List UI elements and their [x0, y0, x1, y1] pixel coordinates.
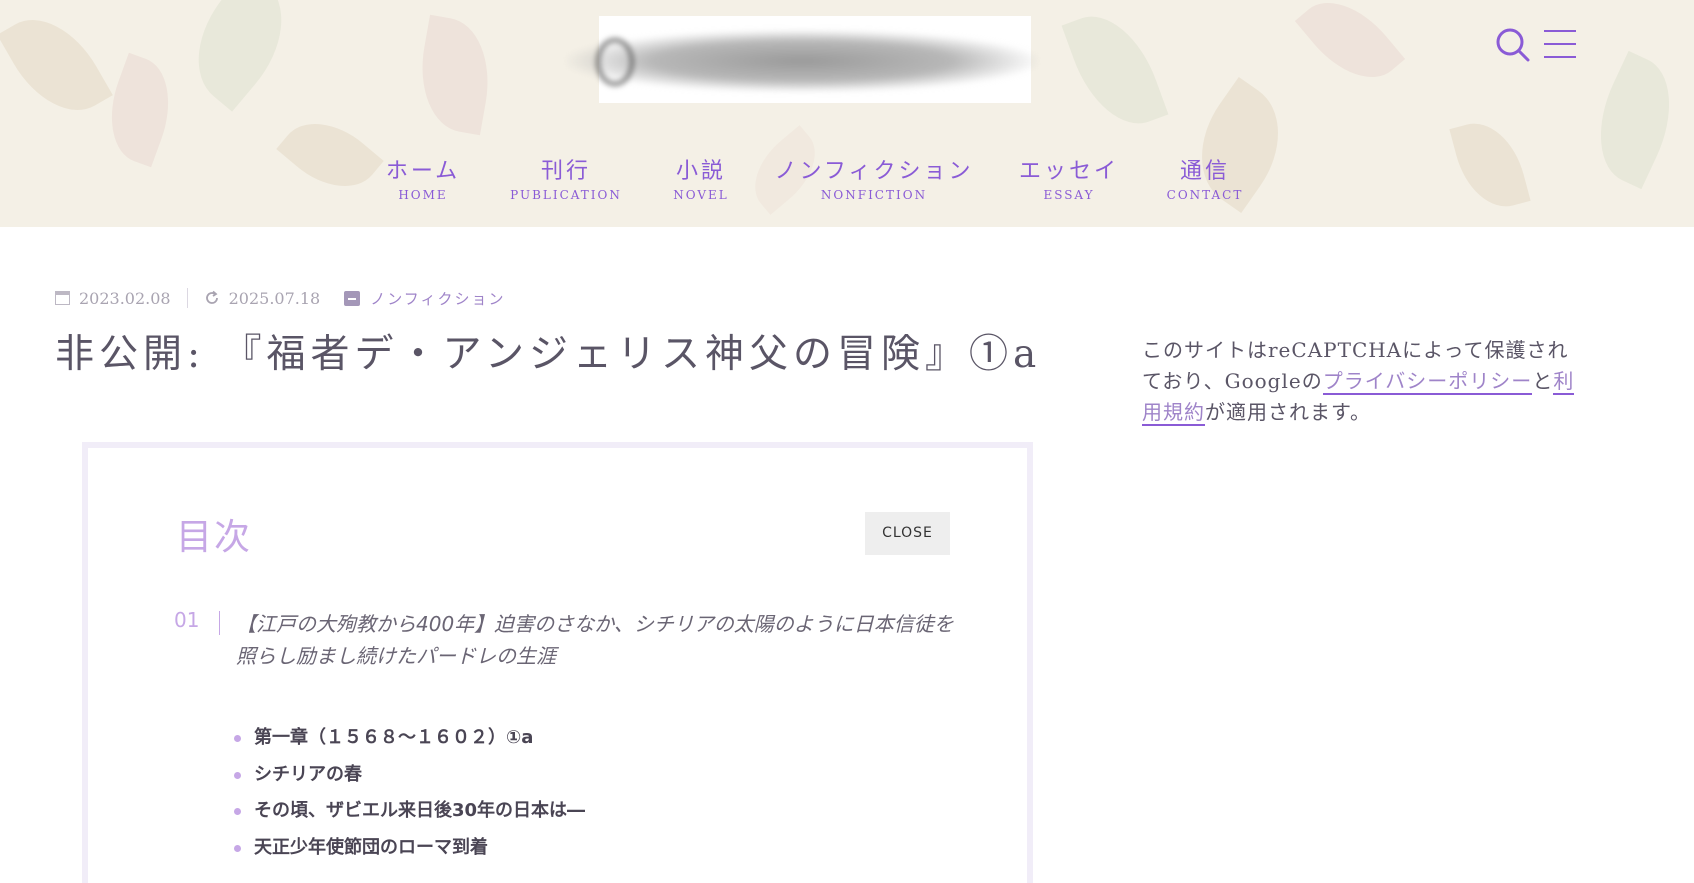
toc-item-link[interactable]: 【江戸の大殉教から400年】迫害のさなか、シチリアの太陽のように日本信徒を照らし… — [236, 608, 956, 672]
nav-item-sublabel: PUBLICATION — [510, 188, 622, 202]
toc-subitems: 第一章（１５６８〜１６０２）①a シチリアの春 その頃、ザビエル来日後30年の日… — [234, 720, 585, 867]
global-nav: ホーム HOME 刊行 PUBLICATION 小説 NOVEL ノンフィクショ… — [0, 157, 1694, 217]
nav-item-novel[interactable]: 小説 NOVEL — [673, 157, 729, 203]
nav-item-sublabel: CONTACT — [1166, 188, 1244, 202]
notice-text: が適用されます。 — [1205, 400, 1371, 424]
updated-date: 2025.07.18 — [228, 288, 321, 308]
nav-item-nonfiction[interactable]: ノンフィクション NONFICTION — [775, 157, 974, 203]
toc-item-divider — [219, 611, 220, 635]
refresh-icon — [205, 290, 218, 304]
toc-title: 目次 — [176, 517, 253, 558]
toc-close-button[interactable]: CLOSE — [865, 512, 950, 555]
nav-item-essay[interactable]: エッセイ ESSAY — [1019, 157, 1119, 203]
published-date: 2023.02.08 — [79, 288, 171, 308]
nav-item-label: エッセイ — [1018, 159, 1120, 184]
nav-item-contact[interactable]: 通信 CONTACT — [1167, 157, 1244, 203]
notice-text: と — [1532, 369, 1554, 393]
nav-item-sublabel: HOME — [398, 188, 448, 202]
post-meta: 2023.02.08 2025.07.18 ノンフィクション — [55, 287, 505, 309]
toc-subitem[interactable]: 天正少年使節団のローマ到着 — [234, 830, 585, 867]
meta-divider — [186, 288, 188, 308]
hamburger-menu-icon[interactable] — [1544, 30, 1576, 60]
archive-icon — [344, 290, 361, 306]
nav-item-label: 刊行 — [540, 159, 591, 184]
nav-item-label: 通信 — [1179, 159, 1230, 184]
nav-item-home[interactable]: ホーム HOME — [386, 157, 460, 203]
nav-item-sublabel: NONFICTION — [820, 188, 928, 202]
table-of-contents: 目次 CLOSE 01 【江戸の大殉教から400年】迫害のさなか、シチリアの太陽… — [82, 442, 1033, 883]
site-header: ホーム HOME 刊行 PUBLICATION 小説 NOVEL ノンフィクショ… — [0, 0, 1694, 227]
page-title: 非公開: 『福者デ・アンジェリス神父の冒険』①a — [55, 332, 1042, 377]
nav-item-label: ホーム — [385, 159, 461, 184]
search-icon[interactable] — [1495, 27, 1531, 63]
privacy-policy-link[interactable]: プライバシーポリシー — [1322, 369, 1533, 395]
recaptcha-notice: このサイトはreCAPTCHAによって保護されており、Googleのプライバシー… — [1142, 335, 1582, 428]
nav-item-label: 小説 — [675, 159, 726, 184]
nav-item-sublabel: NOVEL — [673, 188, 729, 202]
toc-item-number: 01 — [174, 608, 200, 632]
toc-subitem[interactable]: シチリアの春 — [234, 757, 585, 794]
calendar-icon — [55, 291, 70, 305]
nav-item-sublabel: ESSAY — [1043, 188, 1095, 202]
toc-subitem[interactable]: 第一章（１５６８〜１６０２）①a — [234, 720, 585, 757]
nav-item-label: ノンフィクション — [774, 159, 974, 184]
site-logo-redacted — [566, 30, 1038, 92]
toc-subitem[interactable]: その頃、ザビエル来日後30年の日本は― — [234, 793, 585, 830]
nav-item-publication[interactable]: 刊行 PUBLICATION — [510, 157, 622, 203]
category-link[interactable]: ノンフィクション — [370, 288, 505, 309]
